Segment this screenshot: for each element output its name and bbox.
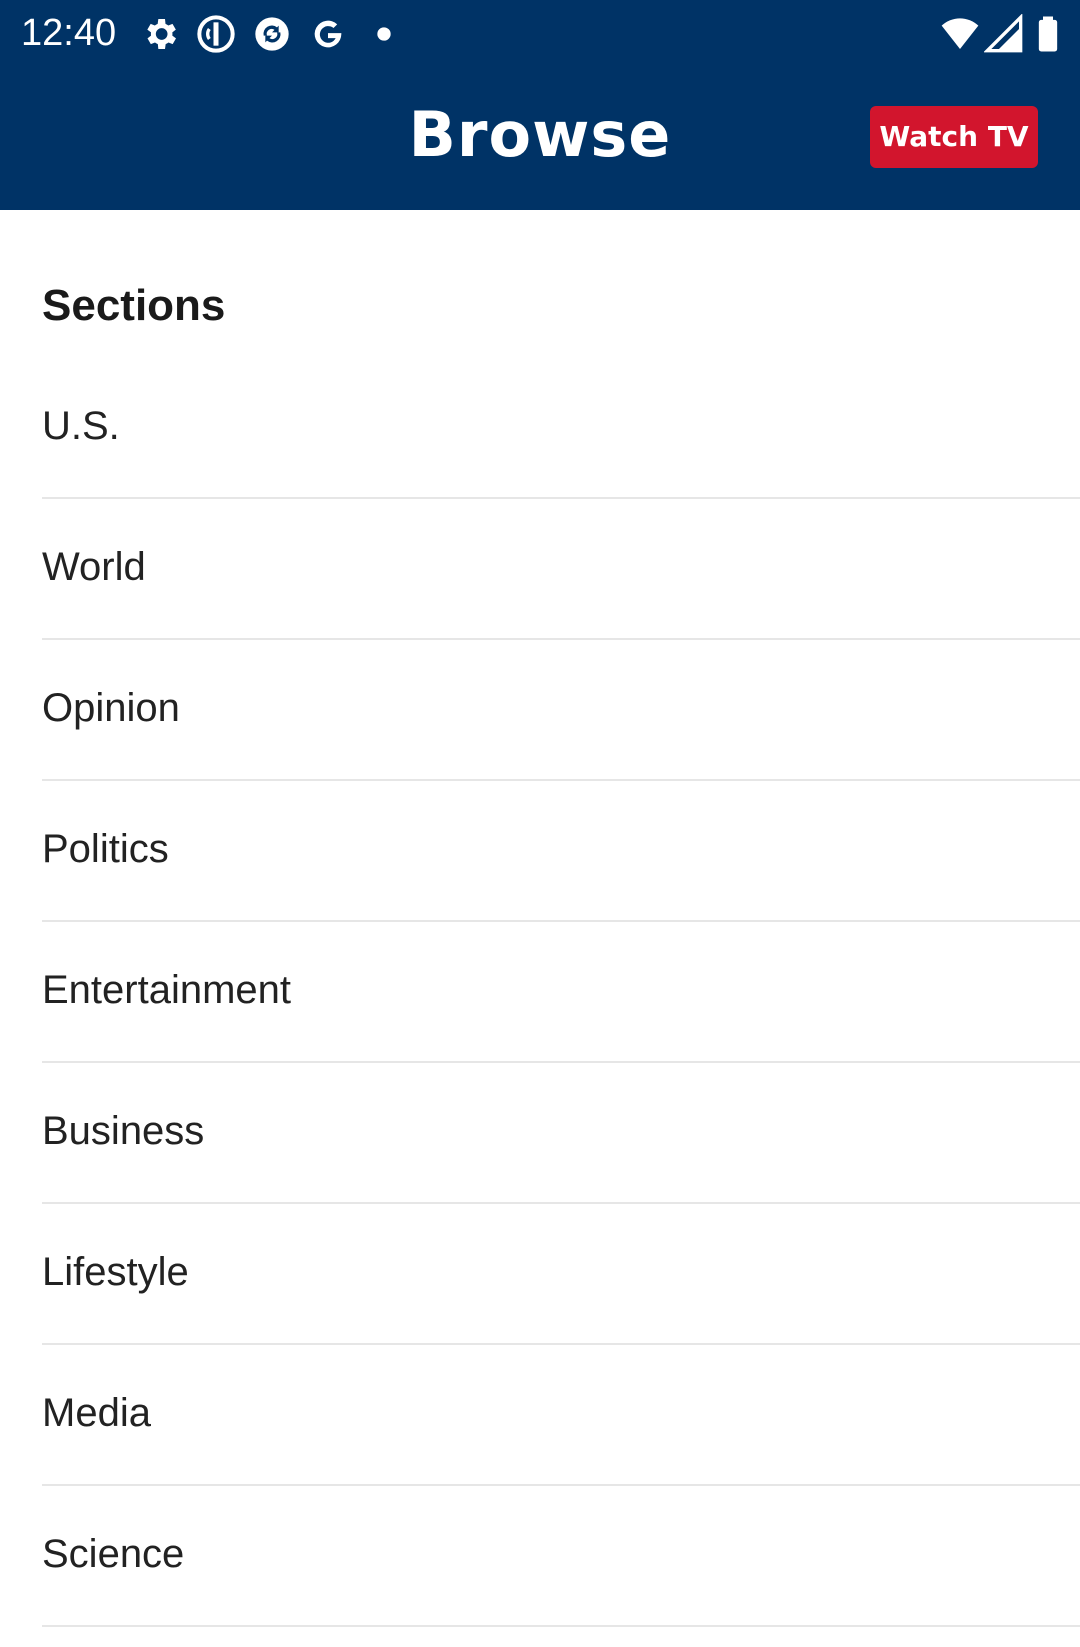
section-item-label: Politics: [42, 827, 169, 871]
google-g-icon: [314, 20, 342, 48]
app-refresh-icon: [255, 17, 289, 51]
app-header: Browse Watch TV: [0, 66, 1080, 210]
section-item-media[interactable]: Media: [42, 1345, 1080, 1486]
status-bar: 12:40: [0, 0, 1080, 66]
google-one-icon: [197, 15, 235, 53]
section-item-label: Lifestyle: [42, 1250, 189, 1294]
notification-dot-icon: [377, 27, 391, 41]
battery-icon: [1038, 16, 1058, 52]
section-item-label: Entertainment: [42, 968, 292, 1012]
watch-tv-button[interactable]: Watch TV: [870, 106, 1038, 168]
section-item-label: U.S.: [42, 404, 120, 448]
section-item-opinion[interactable]: Opinion: [42, 640, 1080, 781]
section-item-entertainment[interactable]: Entertainment: [42, 922, 1080, 1063]
section-item-world[interactable]: World: [42, 499, 1080, 640]
sections-heading: Sections: [42, 281, 226, 330]
section-item-science[interactable]: Science: [42, 1486, 1080, 1627]
section-list: U.S. World Opinion Politics Entertainmen…: [42, 358, 1080, 1627]
wifi-icon: [941, 18, 979, 49]
section-item-label: Business: [42, 1109, 205, 1153]
section-item-label: Opinion: [42, 686, 180, 730]
section-item-label: Science: [42, 1532, 185, 1576]
section-item-lifestyle[interactable]: Lifestyle: [42, 1204, 1080, 1345]
status-time: 12:40: [21, 12, 117, 54]
section-item-label: Media: [42, 1391, 151, 1435]
cell-signal-icon: [984, 14, 1023, 53]
gear-icon: [147, 19, 176, 49]
section-item-politics[interactable]: Politics: [42, 781, 1080, 922]
section-item-label: World: [42, 545, 146, 589]
section-item-us[interactable]: U.S.: [42, 358, 1080, 499]
section-item-business[interactable]: Business: [42, 1063, 1080, 1204]
